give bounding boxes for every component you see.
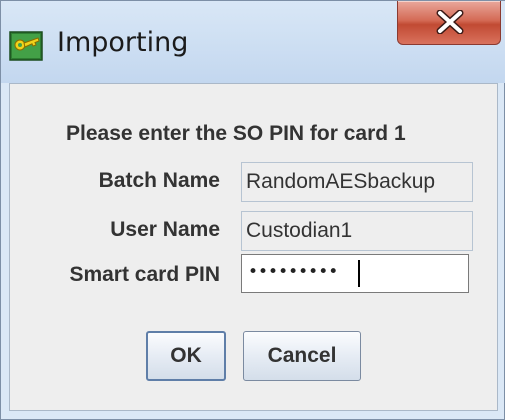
close-x-icon bbox=[436, 10, 464, 34]
cancel-button[interactable]: Cancel bbox=[243, 331, 361, 381]
user-name-field: Custodian1 bbox=[241, 211, 473, 251]
importing-dialog: Importing Please enter the SO PIN for ca… bbox=[0, 0, 505, 420]
dialog-content: Please enter the SO PIN for card 1 Batch… bbox=[9, 83, 498, 411]
card-number: 1 bbox=[393, 122, 406, 145]
close-button[interactable] bbox=[397, 1, 501, 45]
user-name-label: User Name bbox=[110, 218, 220, 241]
pin-prompt-text: Please enter the SO PIN for card bbox=[66, 122, 394, 145]
key-card-icon bbox=[9, 31, 43, 61]
text-caret bbox=[358, 260, 360, 287]
window-title: Importing bbox=[57, 27, 189, 58]
smart-card-pin-input[interactable]: ••••••••• bbox=[241, 254, 469, 293]
batch-name-label: Batch Name bbox=[98, 169, 220, 192]
batch-name-field: RandomAESbackup bbox=[241, 162, 473, 202]
pin-prompt-heading: Please enter the SO PIN for card 1 bbox=[66, 122, 406, 146]
ok-button[interactable]: OK bbox=[146, 331, 226, 381]
title-bar[interactable]: Importing bbox=[1, 1, 505, 83]
smart-card-pin-label: Smart card PIN bbox=[69, 263, 220, 286]
pin-masked-value: ••••••••• bbox=[248, 262, 339, 282]
